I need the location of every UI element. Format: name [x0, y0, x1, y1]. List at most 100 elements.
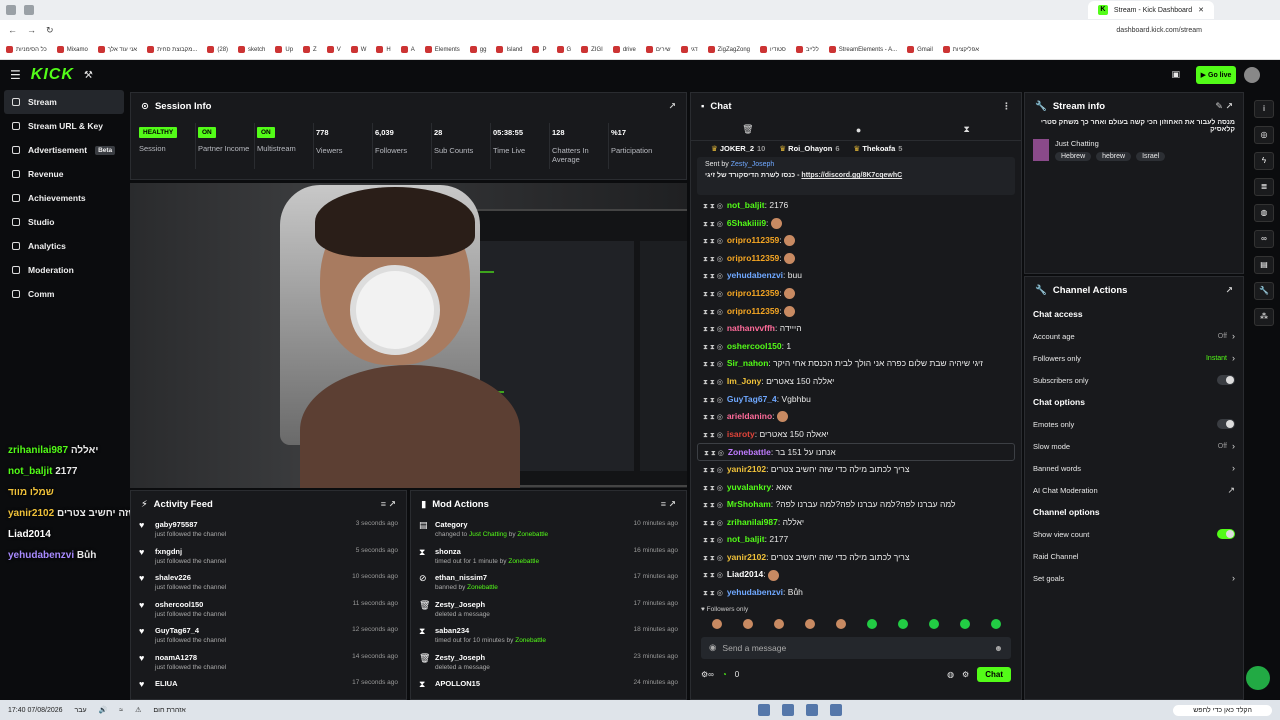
mod-tools-icon[interactable]: ⧗ ⧗ ◎: [703, 309, 723, 316]
bookmark-item[interactable]: gg: [469, 46, 486, 53]
help-fab-button[interactable]: [1246, 666, 1270, 690]
chat-username[interactable]: yehudabenzvi: [727, 587, 783, 597]
mod-by[interactable]: Zonebattle: [467, 584, 498, 591]
mod-tools-icon[interactable]: ⧗ ⧗ ◎: [703, 326, 723, 333]
hammer-icon[interactable]: ⚒: [84, 70, 93, 81]
sidebar-item-studio[interactable]: Studio: [0, 210, 128, 234]
volume-icon[interactable]: 🔊: [99, 706, 108, 714]
wifi-icon[interactable]: ≈: [119, 707, 123, 714]
mod-tools-icon[interactable]: ⧗ ⧗ ◎: [703, 590, 723, 597]
bookmark-item[interactable]: Elements: [424, 46, 460, 53]
filter-icon[interactable]: ≡ ↗: [381, 499, 396, 510]
chat-more-icon[interactable]: ⋮: [1002, 101, 1011, 112]
chat-username[interactable]: Liad2014: [727, 569, 763, 579]
chat-username[interactable]: Sir_nahon: [727, 358, 769, 368]
mod-target[interactable]: Category: [435, 520, 548, 529]
bookmark-item[interactable]: StreamElements - A...: [828, 46, 897, 53]
mod-target[interactable]: ethan_nissim7: [435, 573, 498, 582]
mod-tools-icon[interactable]: ⧗ ⧗ ◎: [703, 379, 723, 386]
app-icon[interactable]: [781, 704, 794, 716]
emote[interactable]: [773, 618, 784, 629]
chat-bubble-icon[interactable]: ◍: [947, 670, 954, 679]
app-icon[interactable]: [805, 704, 818, 716]
chat-settings-icon[interactable]: ⚙∞: [701, 670, 714, 679]
show-view-count-toggle[interactable]: [1217, 529, 1235, 539]
stream-tag[interactable]: hebrew: [1096, 152, 1132, 161]
mod-tools-icon[interactable]: ⧗ ⧗ ◎: [703, 397, 723, 404]
emote[interactable]: [804, 618, 815, 629]
bookmark-item[interactable]: Mixamo: [56, 46, 88, 53]
account-age-row[interactable]: Account age Off ›: [1025, 325, 1243, 347]
bookmark-item[interactable]: P: [532, 46, 547, 53]
emote[interactable]: [928, 618, 939, 629]
activity-user[interactable]: shalev226: [155, 573, 226, 582]
chat-username[interactable]: isaroty: [727, 429, 755, 439]
chat-username[interactable]: 6Shakiiii9: [727, 218, 766, 228]
mod-tools-icon[interactable]: ⧗ ⧗ ◎: [703, 555, 723, 562]
chat-username[interactable]: not_baljit: [727, 534, 765, 544]
bookmark-item[interactable]: ללייב: [795, 46, 819, 53]
chat-bubble-icon[interactable]: ◍: [1254, 204, 1274, 222]
taskbar-search[interactable]: הקלד כאן כדי לחפש: [1173, 704, 1272, 716]
chat-username[interactable]: yuvalankry: [727, 482, 771, 492]
send-chat-button[interactable]: Chat: [977, 666, 1011, 682]
mod-tools-icon[interactable]: ⧗ ⧗ ◎: [703, 572, 723, 579]
emoji-icon[interactable]: ☻: [994, 643, 1003, 653]
mod-tools-icon[interactable]: ⧗ ⧗ ◎: [704, 450, 724, 457]
bookmark-item[interactable]: שירים: [645, 46, 671, 53]
activity-user[interactable]: ELIUA: [155, 679, 178, 688]
mod-by[interactable]: Zonebattle: [508, 558, 539, 565]
layers-icon[interactable]: ▤: [1254, 256, 1274, 274]
language-indicator[interactable]: עבר: [75, 707, 87, 714]
bookmark-item[interactable]: ZIGI: [581, 46, 603, 53]
bookmark-item[interactable]: sketch: [238, 46, 265, 53]
camera-icon[interactable]: ◎: [1254, 126, 1274, 144]
settings-icon[interactable]: ⚙: [962, 670, 969, 679]
top-user[interactable]: ♛ Roi_Ohayon 6: [779, 144, 839, 153]
set-goals-row[interactable]: Set goals ›: [1025, 567, 1243, 589]
chat-username[interactable]: MrShoham: [727, 499, 771, 509]
browser-menu-icon[interactable]: [6, 5, 16, 15]
chat-username[interactable]: zrihanilai987: [727, 517, 778, 527]
mod-target[interactable]: saban234: [435, 626, 546, 635]
emote[interactable]: [866, 618, 877, 629]
hamburger-menu-icon[interactable]: ☰: [10, 68, 21, 82]
bookmark-item[interactable]: כל הסימניות: [6, 46, 47, 53]
mod-tools-icon[interactable]: ⧗ ⧗ ◎: [703, 203, 723, 210]
mod-filter-icon[interactable]: ≡ ↗: [661, 499, 676, 510]
sidebar-item-moderation[interactable]: Moderation: [0, 258, 128, 282]
app-icon[interactable]: [757, 704, 770, 716]
chat-username[interactable]: yehudabenzvi: [727, 270, 783, 280]
bookmark-item[interactable]: Z: [303, 46, 317, 53]
bookmark-item[interactable]: H: [376, 46, 391, 53]
mod-tools-icon[interactable]: ⧗ ⧗ ◎: [703, 344, 723, 351]
mod-tools-icon[interactable]: ⧗ ⧗ ◎: [703, 537, 723, 544]
mod-tools-icon[interactable]: ⧗ ⧗ ◎: [703, 361, 723, 368]
lightning-icon[interactable]: ϟ: [1254, 152, 1274, 170]
sidebar-item-stream[interactable]: Stream: [4, 90, 124, 114]
mod-tools-icon[interactable]: ⧗ ⧗ ◎: [703, 273, 723, 280]
pinned-link[interactable]: https://discord.gg/8K7cqewhC: [801, 172, 902, 179]
activity-user[interactable]: noamA1278: [155, 653, 226, 662]
top-user[interactable]: ♛ Thekoafa 5: [854, 144, 903, 153]
bookmark-item[interactable]: drive: [612, 46, 636, 53]
emote[interactable]: [742, 618, 753, 629]
activity-user[interactable]: GuyTag67_4: [155, 626, 226, 635]
chat-username[interactable]: Im_Jony: [727, 376, 762, 386]
slow-mode-row[interactable]: Slow mode Off ›: [1025, 435, 1243, 457]
mod-by[interactable]: Zonebattle: [515, 637, 546, 644]
user-avatar[interactable]: [1244, 67, 1260, 83]
sidebar-item-achievements[interactable]: Achievements: [0, 186, 128, 210]
activity-user[interactable]: gaby975587: [155, 520, 226, 529]
hourglass-icon[interactable]: ⧗: [964, 124, 970, 135]
chat-username[interactable]: yanir2102: [727, 464, 766, 474]
bookmark-item[interactable]: (28): [207, 46, 228, 53]
chat-username[interactable]: yanir2102: [727, 552, 766, 562]
close-tab-icon[interactable]: ✕: [1198, 6, 1204, 14]
popout-icon[interactable]: ↗: [668, 101, 676, 112]
sidebar-item-analytics[interactable]: Analytics: [0, 234, 128, 258]
bookmark-item[interactable]: Island: [496, 46, 522, 53]
chat-username[interactable]: oripro112359: [727, 306, 779, 316]
bookmark-item[interactable]: V: [326, 46, 341, 53]
back-icon[interactable]: ←: [8, 25, 17, 35]
